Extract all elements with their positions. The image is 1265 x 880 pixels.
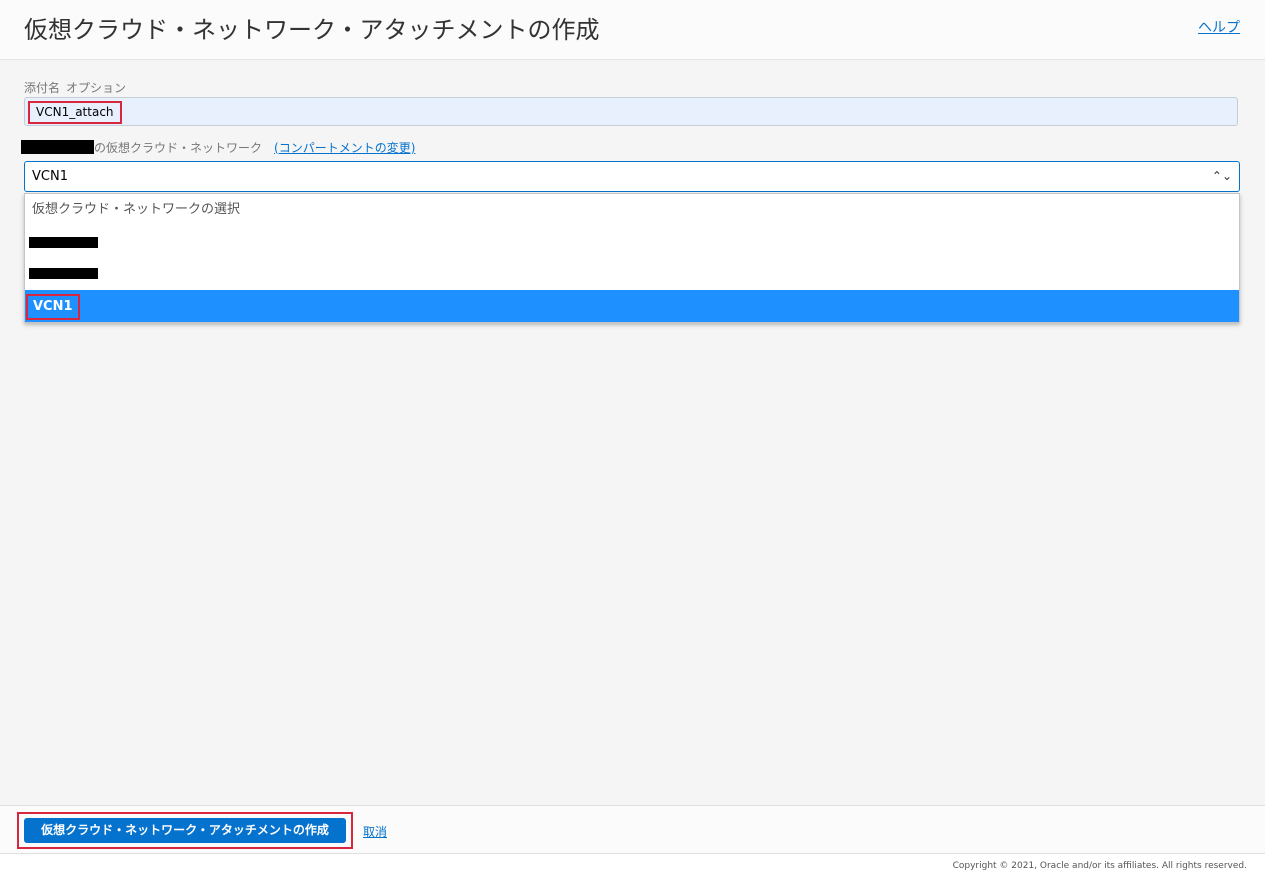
dropdown-option-placeholder[interactable]: 仮想クラウド・ネットワークの選択 (25, 194, 1239, 226)
help-link[interactable]: ヘルプ (1198, 17, 1240, 37)
vcn-select-value: VCN1 (32, 169, 68, 184)
dropdown-option-vcn1-label: VCN1 (26, 294, 80, 320)
vcn-select[interactable]: VCN1 ⌃⌄ (24, 161, 1240, 192)
redacted-compartment-name (21, 140, 94, 154)
copyright-text: Copyright © 2021, Oracle and/or its affi… (952, 861, 1247, 871)
vcn-dropdown-list: 仮想クラウド・ネットワークの選択 VCN1 (24, 193, 1240, 323)
page-title: 仮想クラウド・ネットワーク・アタッチメントの作成 (24, 16, 600, 44)
dropdown-option-vcn1[interactable]: VCN1 (25, 290, 1239, 322)
redacted-vcn-name (29, 268, 98, 279)
dropdown-option-redacted-1[interactable] (25, 226, 1239, 258)
redacted-vcn-name (29, 237, 98, 248)
vcn-field-label: の仮想クラウド・ネットワーク (コンパートメントの変更) (21, 139, 415, 155)
copyright-bar: Copyright © 2021, Oracle and/or its affi… (0, 853, 1265, 880)
dropdown-option-redacted-2[interactable] (25, 258, 1239, 290)
attachment-name-label: 添付名 オプション (24, 79, 126, 96)
form-footer: 仮想クラウド・ネットワーク・アタッチメントの作成 取消 (0, 805, 1265, 853)
vcn-label-text: の仮想クラウド・ネットワーク (94, 140, 263, 155)
attachment-name-input[interactable]: VCN1_attach (24, 97, 1238, 126)
chevron-up-down-icon: ⌃⌄ (1211, 169, 1232, 183)
attachment-name-value: VCN1_attach (28, 101, 122, 124)
attachment-name-label-text: 添付名 (24, 81, 61, 95)
create-attachment-button[interactable]: 仮想クラウド・ネットワーク・アタッチメントの作成 (24, 818, 346, 843)
page-header: 仮想クラウド・ネットワーク・アタッチメントの作成 ヘルプ (0, 0, 1265, 60)
change-compartment-link[interactable]: (コンパートメントの変更) (274, 139, 415, 156)
cancel-link[interactable]: 取消 (363, 823, 387, 840)
optional-label: オプション (66, 81, 127, 95)
